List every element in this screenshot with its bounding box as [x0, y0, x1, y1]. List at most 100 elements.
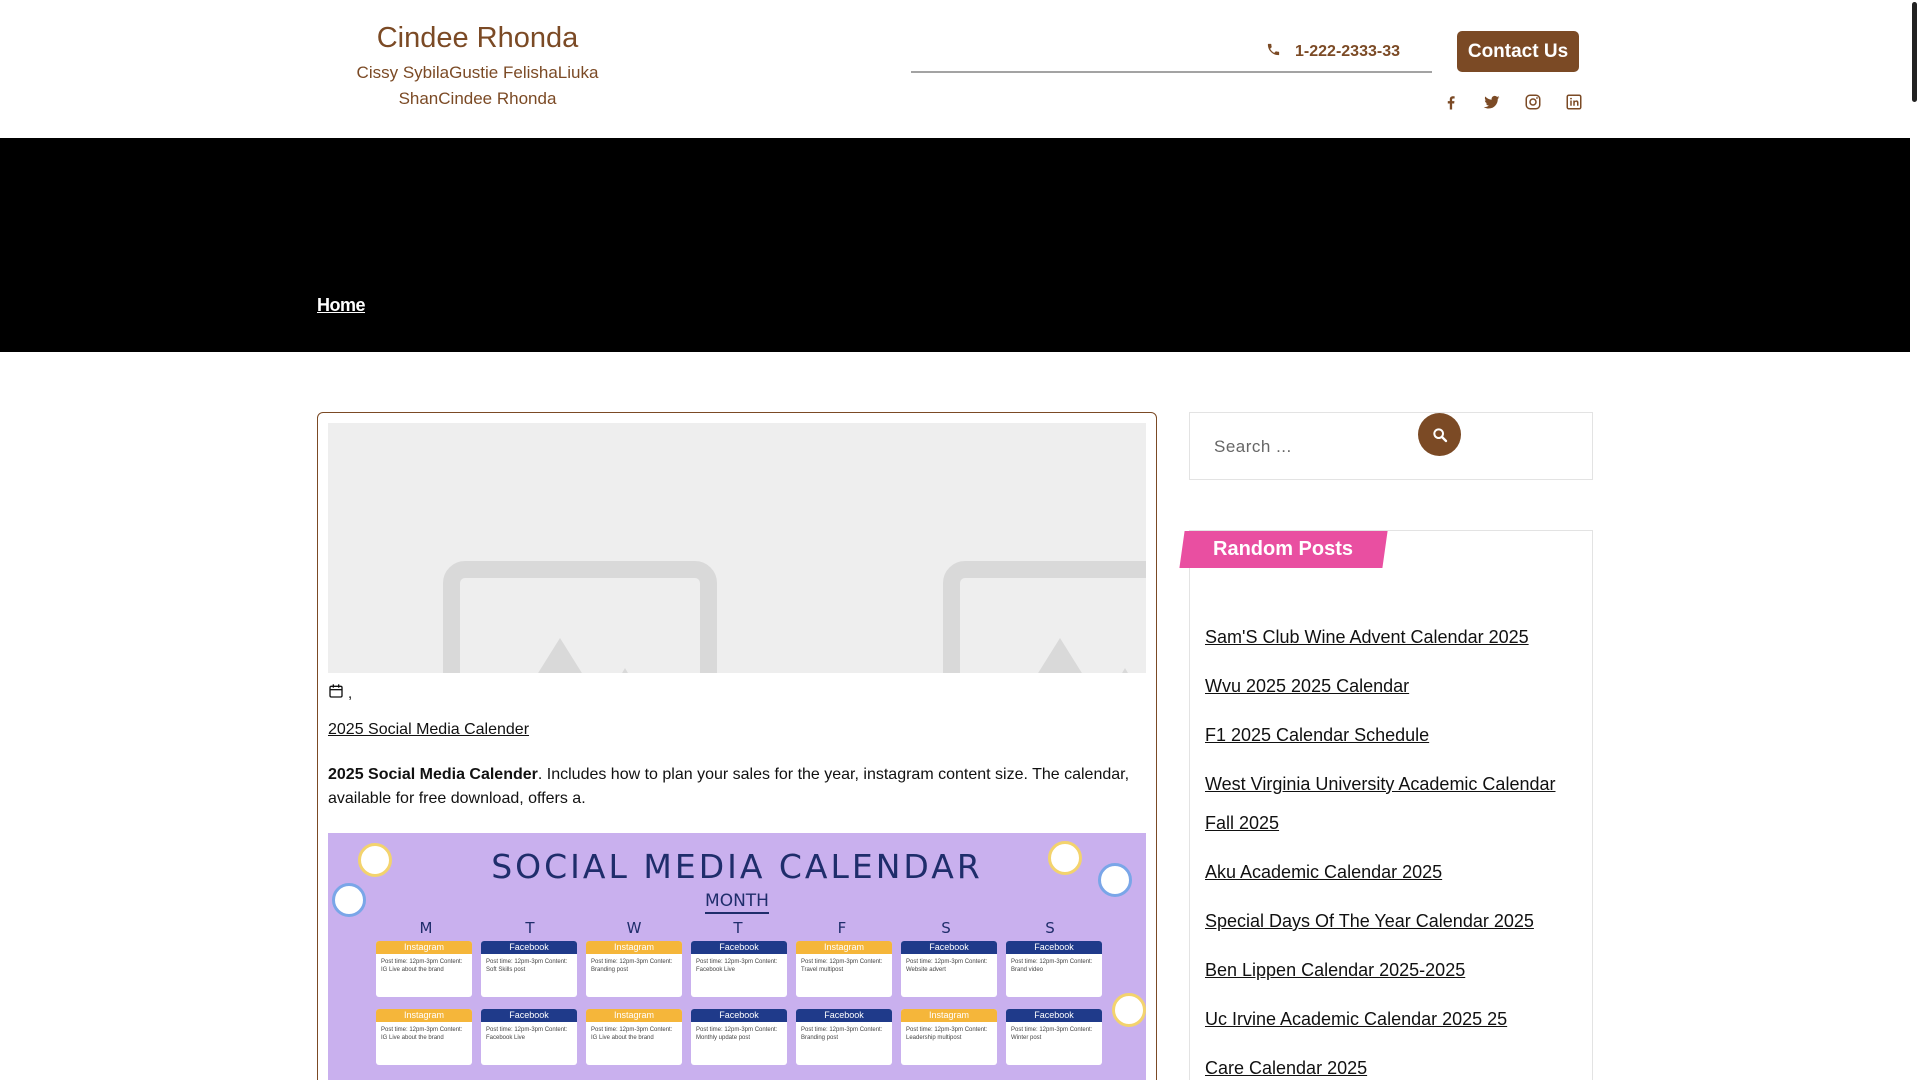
phone-icon	[1266, 42, 1281, 62]
weekday-label: M	[419, 919, 433, 937]
calendar-cell: Facebook Post time: 12pm-3pm Content: Win…	[1006, 1009, 1102, 1065]
calendar-cell-text: Post time: 12pm-3pm Content: Travel mult…	[801, 959, 883, 973]
search-widget: Search ...	[1189, 412, 1593, 480]
site-header: Cindee Rhonda Cissy SybilaGustie Felisha…	[0, 0, 1910, 138]
weekday-label: W	[626, 919, 642, 937]
random-post-item: Special Days Of The Year Calendar 2025	[1205, 902, 1575, 941]
calendar-cell-platform: Facebook	[691, 1009, 787, 1022]
calendar-cell-platform: Facebook	[901, 941, 997, 954]
search-icon	[1432, 427, 1447, 442]
site-tagline: Cissy SybilaGustie FelishaLiuka ShanCind…	[356, 63, 599, 108]
social-links	[1441, 92, 1583, 111]
calendar-cell-platform: Instagram	[376, 941, 472, 954]
calendar-cell: Facebook Post time: 12pm-3pm Content: Bra…	[1006, 941, 1102, 997]
calendar-cell: Facebook Post time: 12pm-3pm Content: Mon…	[691, 1009, 787, 1065]
random-post-item: Uc Irvine Academic Calendar 2025 25	[1205, 1000, 1575, 1039]
random-post-item: Sam'S Club Wine Advent Calendar 2025	[1205, 618, 1575, 657]
calendar-cell-text: Post time: 12pm-3pm Content: Branding po…	[591, 959, 673, 973]
decorative-badge-icon	[1112, 993, 1146, 1027]
calendar-cell-text: Post time: 12pm-3pm Content: Brand video	[1011, 959, 1093, 973]
post-thumbnail-placeholder[interactable]	[328, 423, 1146, 673]
post-meta-separator: ,	[348, 684, 353, 702]
calendar-cell: Instagram Post time: 12pm-3pm Content: IG…	[376, 941, 472, 997]
calendar-cell: Facebook Post time: 12pm-3pm Content: Fac…	[481, 1009, 577, 1065]
social-media-calendar-image: SOCIAL MEDIA CALENDAR MONTH M T W T F S S Inst…	[328, 833, 1146, 1080]
random-post-link[interactable]: F1 2025 Calendar Schedule	[1205, 725, 1429, 745]
calendar-cell-text: Post time: 12pm-3pm Content: Soft Skills…	[486, 959, 568, 973]
calendar-cell: Instagram Post time: 12pm-3pm Content: Le…	[901, 1009, 997, 1065]
calendar-cell-text: Post time: 12pm-3pm Content: Winter post	[1011, 1027, 1093, 1041]
breadcrumb-home-link[interactable]: Home	[317, 295, 366, 316]
weekday-label: T	[525, 919, 535, 937]
phone-contact[interactable]: 1-222-2333-33	[1266, 42, 1400, 62]
linkedin-icon[interactable]	[1564, 92, 1583, 111]
calendar-cell: Facebook Post time: 12pm-3pm Content: Bra…	[796, 1009, 892, 1065]
post-excerpt-bold: 2025 Social Media Calender	[328, 766, 538, 783]
random-post-link[interactable]: Sam'S Club Wine Advent Calendar 2025	[1205, 627, 1529, 647]
calendar-cell-platform: Facebook	[1006, 941, 1102, 954]
calendar-cell-text: Post time: 12pm-3pm Content: Facebook Li…	[696, 959, 778, 973]
calendar-image-title: SOCIAL MEDIA CALENDAR	[491, 847, 983, 886]
weekday-label: S	[941, 919, 951, 937]
calendar-cell-text: Post time: 12pm-3pm Content: Monthly upd…	[696, 1027, 778, 1041]
image-placeholder-icon	[943, 561, 1146, 673]
phone-number: 1-222-2333-33	[1295, 43, 1400, 60]
random-post-item: Care Calendar 2025	[1205, 1049, 1575, 1080]
weekday-label: S	[1045, 919, 1055, 937]
calendar-cell-text: Post time: 12pm-3pm Content: Branding po…	[801, 1027, 883, 1041]
random-post-item: Ben Lippen Calendar 2025-2025	[1205, 951, 1575, 990]
calendar-cell: Instagram Post time: 12pm-3pm Content: Tr…	[796, 941, 892, 997]
search-input[interactable]: Search ...	[1214, 437, 1292, 457]
calendar-cell-platform: Instagram	[586, 1009, 682, 1022]
image-placeholder-icon	[443, 561, 717, 673]
calendar-cell-platform: Instagram	[586, 941, 682, 954]
calendar-cell-text: Post time: 12pm-3pm Content: IG Live abo…	[381, 1027, 463, 1041]
post-excerpt: 2025 Social Media Calender. Includes how…	[328, 763, 1148, 811]
calendar-cell-text: Post time: 12pm-3pm Content: Facebook Li…	[486, 1027, 568, 1041]
phone-bar: 1-222-2333-33	[911, 40, 1432, 73]
random-post-link[interactable]: West Virginia University Academic Calend…	[1205, 774, 1555, 833]
contact-us-button[interactable]: Contact Us	[1457, 31, 1579, 72]
calendar-row: Instagram Post time: 12pm-3pm Content: IG…	[376, 941, 1106, 997]
random-post-item: West Virginia University Academic Calend…	[1205, 765, 1575, 843]
calendar-cell: Facebook Post time: 12pm-3pm Content: Fac…	[691, 941, 787, 997]
random-post-link[interactable]: Ben Lippen Calendar 2025-2025	[1205, 960, 1465, 980]
post-meta: ,	[328, 683, 352, 703]
instagram-icon[interactable]	[1523, 92, 1542, 111]
search-button[interactable]	[1418, 413, 1461, 456]
random-post-item: Aku Academic Calendar 2025	[1205, 853, 1575, 892]
post-title-link[interactable]: 2025 Social Media Calender	[328, 721, 529, 739]
calendar-grid: Instagram Post time: 12pm-3pm Content: IG…	[376, 941, 1106, 1077]
random-post-link[interactable]: Wvu 2025 2025 Calendar	[1205, 676, 1409, 696]
random-post-link[interactable]: Aku Academic Calendar 2025	[1205, 862, 1442, 882]
random-posts-title: Random Posts	[1179, 531, 1388, 568]
site-branding: Cindee Rhonda Cissy SybilaGustie Felisha…	[340, 20, 615, 112]
calendar-cell-text: Post time: 12pm-3pm Content: Website adv…	[906, 959, 988, 973]
page-scrollbar[interactable]	[1912, 2, 1917, 102]
calendar-weekday-row: MTWTFSS	[378, 919, 1098, 937]
calendar-cell-text: Post time: 12pm-3pm Content: Leadership …	[906, 1027, 988, 1041]
calendar-image-month: MONTH	[328, 891, 1146, 914]
calendar-cell-text: Post time: 12pm-3pm Content: IG Live abo…	[381, 959, 463, 973]
calendar-cell-platform: Facebook	[481, 941, 577, 954]
calendar-cell-platform: Instagram	[376, 1009, 472, 1022]
calendar-cell-platform: Facebook	[796, 1009, 892, 1022]
twitter-icon[interactable]	[1482, 92, 1501, 111]
calendar-cell: Facebook Post time: 12pm-3pm Content: Sof…	[481, 941, 577, 997]
calendar-cell: Instagram Post time: 12pm-3pm Content: IG…	[586, 1009, 682, 1065]
random-post-link[interactable]: Special Days Of The Year Calendar 2025	[1205, 911, 1534, 931]
page-banner: Home	[0, 138, 1910, 352]
random-post-link[interactable]: Care Calendar 2025	[1205, 1058, 1367, 1078]
random-post-item: Wvu 2025 2025 Calendar	[1205, 667, 1575, 706]
weekday-label: F	[837, 919, 847, 937]
calendar-cell: Instagram Post time: 12pm-3pm Content: IG…	[376, 1009, 472, 1065]
calendar-cell-platform: Instagram	[901, 1009, 997, 1022]
calendar-cell-platform: Instagram	[796, 941, 892, 954]
site-title[interactable]: Cindee Rhonda	[340, 20, 615, 56]
calendar-row: Instagram Post time: 12pm-3pm Content: IG…	[376, 1009, 1106, 1065]
calendar-cell: Instagram Post time: 12pm-3pm Content: Br…	[586, 941, 682, 997]
calendar-cell-text: Post time: 12pm-3pm Content: IG Live abo…	[591, 1027, 673, 1041]
random-post-link[interactable]: Uc Irvine Academic Calendar 2025 25	[1205, 1009, 1507, 1029]
weekday-label: T	[733, 919, 743, 937]
facebook-icon[interactable]	[1441, 92, 1460, 111]
